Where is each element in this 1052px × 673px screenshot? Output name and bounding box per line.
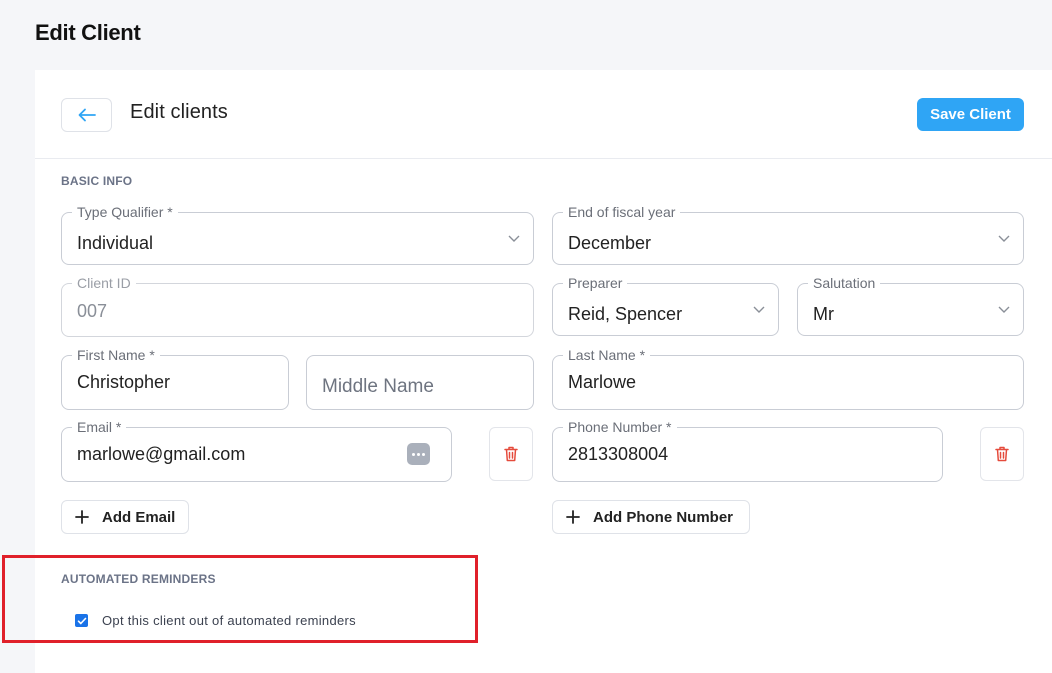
email-field[interactable]: Email * marlowe@gmail.com xyxy=(61,418,452,482)
opt-out-checkbox[interactable] xyxy=(75,614,88,627)
first-name-field[interactable]: First Name * Christopher xyxy=(61,346,289,410)
client-id-label: Client ID xyxy=(72,274,136,292)
salutation-label: Salutation xyxy=(808,274,881,292)
section-basic-info: BASIC INFO xyxy=(61,174,133,188)
trash-icon xyxy=(504,446,518,462)
email-label: Email * xyxy=(72,418,127,436)
type-qualifier-value: Individual xyxy=(77,233,154,253)
add-email-label: Add Email xyxy=(102,508,176,526)
add-phone-number-label: Add Phone Number xyxy=(593,508,734,526)
plus-icon xyxy=(75,510,89,524)
type-qualifier-label: Type Qualifier * xyxy=(72,203,178,221)
phone-number-value: 2813308004 xyxy=(568,444,669,464)
fiscal-year-end-value: December xyxy=(568,233,652,253)
add-email-button[interactable]: Add Email xyxy=(61,500,189,534)
type-qualifier-select[interactable]: Type Qualifier * Individual xyxy=(61,203,534,265)
delete-phone-button[interactable] xyxy=(980,427,1024,481)
card-header: Edit clients Save Client xyxy=(35,70,1052,159)
client-id-value: 007 xyxy=(77,301,108,321)
preparer-label: Preparer xyxy=(563,274,628,292)
fiscal-year-end-label: End of fiscal year xyxy=(563,203,681,221)
last-name-value: Marlowe xyxy=(568,372,637,392)
first-name-value: Christopher xyxy=(77,372,171,392)
last-name-label: Last Name * xyxy=(563,346,651,364)
page-title: Edit Client xyxy=(35,20,141,45)
middle-name-placeholder: Middle Name xyxy=(322,376,434,397)
opt-out-label[interactable]: Opt this client out of automated reminde… xyxy=(102,613,356,628)
client-id-field[interactable]: Client ID 007 xyxy=(61,274,534,337)
email-value: marlowe@gmail.com xyxy=(77,444,246,464)
preparer-value: Reid, Spencer xyxy=(568,304,683,324)
trash-icon xyxy=(995,446,1009,462)
phone-number-field[interactable]: Phone Number * 2813308004 xyxy=(552,418,943,482)
header-title: Edit clients xyxy=(130,101,228,123)
arrow-left-icon xyxy=(78,108,96,122)
add-phone-number-button[interactable]: Add Phone Number xyxy=(552,500,750,534)
salutation-value: Mr xyxy=(813,304,834,324)
save-client-button[interactable]: Save Client xyxy=(917,98,1024,131)
chevron-down-icon xyxy=(998,306,1010,313)
fiscal-year-end-select[interactable]: End of fiscal year December xyxy=(552,203,1024,265)
middle-name-field[interactable]: Middle Name xyxy=(306,355,534,410)
section-automated-reminders: AUTOMATED REMINDERS xyxy=(61,572,216,586)
more-options-icon[interactable] xyxy=(407,443,430,465)
back-button[interactable] xyxy=(61,98,112,132)
plus-icon xyxy=(566,510,580,524)
last-name-field[interactable]: Last Name * Marlowe xyxy=(552,346,1024,410)
salutation-select[interactable]: Salutation Mr xyxy=(797,274,1024,336)
chevron-down-icon xyxy=(508,235,520,242)
preparer-select[interactable]: Preparer Reid, Spencer xyxy=(552,274,779,336)
first-name-label: First Name * xyxy=(72,346,160,364)
chevron-down-icon xyxy=(753,306,765,313)
delete-email-button[interactable] xyxy=(489,427,533,481)
phone-number-label: Phone Number * xyxy=(563,418,677,436)
highlight-box xyxy=(2,555,478,643)
checkmark-icon xyxy=(77,617,86,624)
chevron-down-icon xyxy=(998,235,1010,242)
